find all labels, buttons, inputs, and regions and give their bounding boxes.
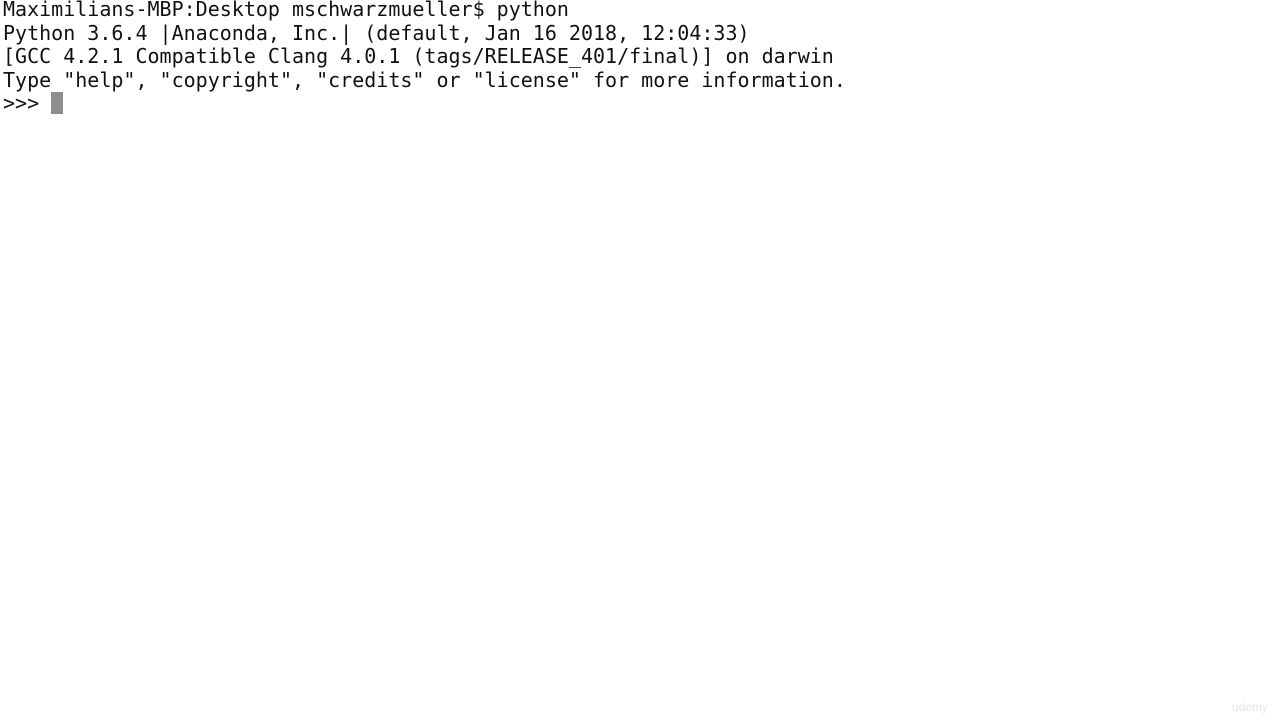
- terminal-output[interactable]: Maximilians-MBP:Desktop mschwarzmueller$…: [3, 0, 846, 116]
- text-cursor: [51, 92, 64, 114]
- python-prompt-line[interactable]: >>>: [3, 91, 846, 116]
- terminal-line-help: Type "help", "copyright", "credits" or "…: [3, 67, 846, 92]
- terminal-line-compiler: [GCC 4.2.1 Compatible Clang 4.0.1 (tags/…: [3, 44, 834, 68]
- terminal-line-command: Maximilians-MBP:Desktop mschwarzmueller$…: [3, 0, 569, 21]
- terminal-line-python-version: Python 3.6.4 |Anaconda, Inc.| (default, …: [3, 20, 750, 45]
- python-prompt: >>>: [3, 91, 40, 115]
- udemy-watermark-logo: udemy: [1231, 700, 1268, 714]
